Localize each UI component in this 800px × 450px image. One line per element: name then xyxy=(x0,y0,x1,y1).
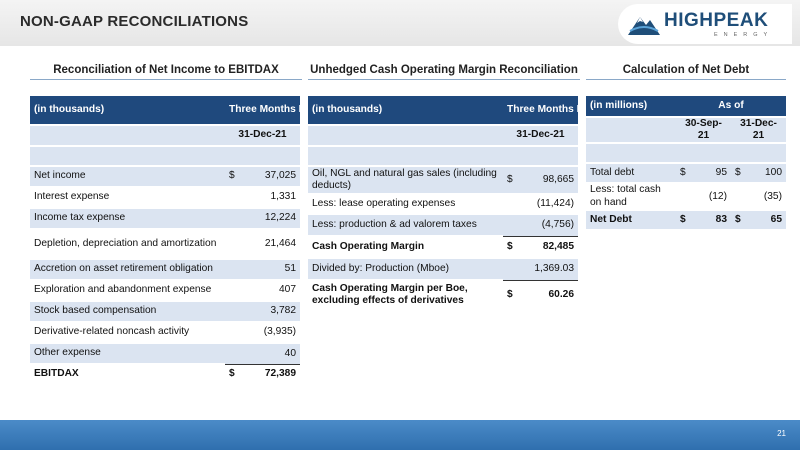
netdebt-total-row: Net Debt $83 $65 xyxy=(586,210,786,231)
table-row: Derivative-related noncash activity (3,9… xyxy=(30,323,300,344)
margin-date-label: 31-Dec-21 xyxy=(503,126,578,147)
table-row: Interest expense 1,331 xyxy=(30,188,300,209)
netdebt-col1-label: 30-Sep-21 xyxy=(676,118,731,145)
table-row: Less: total cash on hand (12) (35) xyxy=(586,184,786,211)
margin-unit-label: (in thousands) xyxy=(308,96,503,126)
ebitdax-date-label: 31-Dec-21 xyxy=(225,126,300,147)
ebitdax-title: Reconciliation of Net Income to EBITDAX xyxy=(30,64,302,80)
company-logo: HIGHPEAK ENERGY xyxy=(618,4,792,44)
margin-table: (in thousands) Three Months Ended 31-Dec… xyxy=(308,96,608,311)
netdebt-unit-label: (in millions) xyxy=(586,96,676,118)
footer-bar: 21 xyxy=(0,420,800,450)
margin-subtotal-row: Cash Operating Margin $82,485 xyxy=(308,237,578,259)
header-bar: NON-GAAP RECONCILIATIONS HIGHPEAK ENERGY xyxy=(0,0,800,46)
table-row: Total debt $95 $100 xyxy=(586,164,786,185)
netdebt-as-of-label: As of xyxy=(676,96,786,118)
margin-period-label: Three Months Ended xyxy=(503,96,608,126)
table-row: Net income $37,025 xyxy=(30,167,300,188)
netdebt-title: Calculation of Net Debt xyxy=(586,64,786,80)
logo-subtext: ENERGY xyxy=(714,32,774,38)
ebitdax-period-label: Three Months Ended xyxy=(225,96,330,126)
table-row: Less: lease operating expenses (11,424) xyxy=(308,195,578,215)
table-row: Accretion on asset retirement obligation… xyxy=(30,260,300,281)
table-row: Divided by: Production (Mboe) 1,369.03 xyxy=(308,259,578,281)
table-row: Oil, NGL and natural gas sales (includin… xyxy=(308,167,578,195)
mountain-logo-icon xyxy=(628,17,660,35)
ebitdax-total-row: EBITDAX $72,389 xyxy=(30,365,300,386)
page-number: 21 xyxy=(777,429,786,438)
ebitdax-unit-label: (in thousands) xyxy=(30,96,225,126)
table-row: Less: production & ad valorem taxes (4,7… xyxy=(308,215,578,237)
margin-title: Unhedged Cash Operating Margin Reconcili… xyxy=(308,64,580,80)
table-row: Stock based compensation 3,782 xyxy=(30,302,300,323)
netdebt-col2-label: 31-Dec-21 xyxy=(731,118,786,145)
ebitdax-table: (in thousands) Three Months Ended 31-Dec… xyxy=(30,96,330,386)
page-title: NON-GAAP RECONCILIATIONS xyxy=(20,13,249,30)
table-row: Income tax expense 12,224 xyxy=(30,209,300,230)
table-row: Exploration and abandonment expense 407 xyxy=(30,281,300,302)
margin-total-row: Cash Operating Margin per Boe, excluding… xyxy=(308,281,578,311)
netdebt-table: (in millions) As of 30-Sep-21 31-Dec-21 … xyxy=(586,96,786,231)
table-row: Other expense 40 xyxy=(30,344,300,365)
table-row: Depletion, depreciation and amortization… xyxy=(30,230,300,260)
logo-wordmark: HIGHPEAK xyxy=(664,10,769,31)
